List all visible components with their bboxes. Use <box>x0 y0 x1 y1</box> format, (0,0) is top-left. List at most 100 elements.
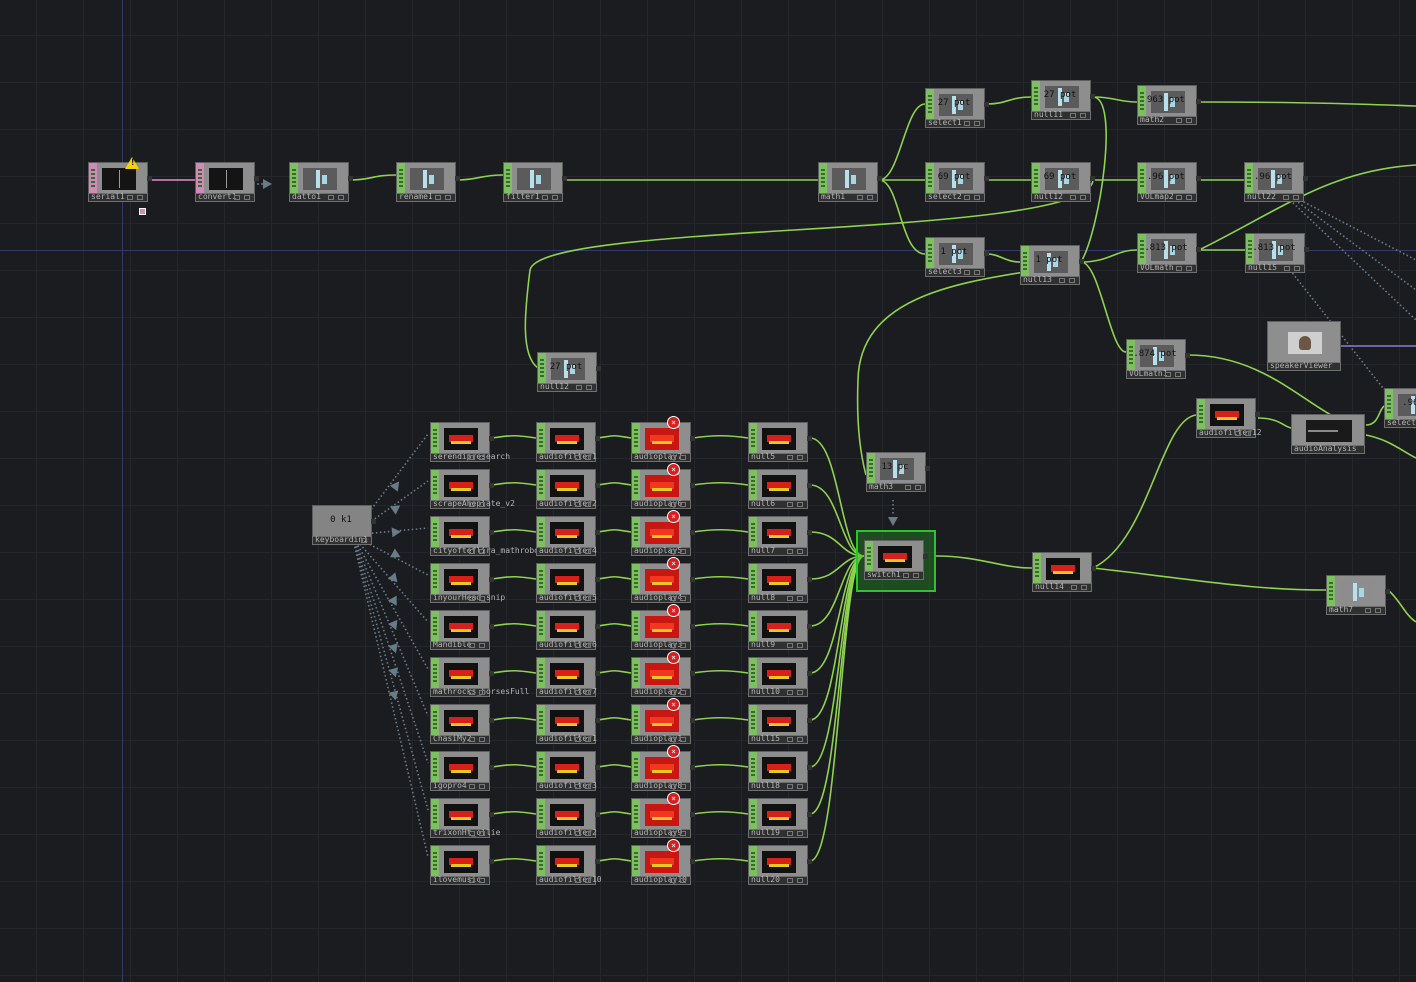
source-audio-node[interactable]: cityofteflira_mathrobotscu <box>430 516 558 556</box>
source-audio-node[interactable]: inyourHead_snip <box>430 563 505 603</box>
node-flag-marker[interactable] <box>139 208 146 215</box>
audiofilter-node[interactable]: audiofilter10 <box>536 845 602 885</box>
error-icon[interactable]: × <box>667 839 680 852</box>
null-audio-node[interactable]: null8 <box>748 563 812 603</box>
wire <box>692 763 749 768</box>
audiofilter12-chop-node[interactable]: audiofilter12 <box>1196 398 1262 438</box>
null14-chop-node[interactable]: null14 <box>1032 552 1096 592</box>
math2-chop-node[interactable]: 963 pot math2 <box>1137 85 1201 125</box>
source-audio-node[interactable]: ChasiMy2 <box>430 704 494 744</box>
null15-chop-node[interactable]: .813 pot null15 <box>1245 233 1309 273</box>
serial-dat-node[interactable]: serial1 <box>88 162 152 202</box>
error-icon[interactable]: × <box>667 416 680 429</box>
node-label: null5 <box>751 452 776 461</box>
select-right-chop-node[interactable]: .966 select <box>1384 388 1416 428</box>
null-audio-node[interactable]: null6 <box>748 469 812 509</box>
error-icon[interactable]: × <box>667 745 680 758</box>
null-audio-node[interactable]: null9 <box>748 610 812 650</box>
audiofilter-node[interactable]: audiofilter5 <box>536 563 600 603</box>
wire <box>692 716 749 721</box>
source-audio-node[interactable]: scrapeAheplate_v2 <box>430 469 515 509</box>
null-audio-node[interactable]: null20 <box>748 845 812 885</box>
wire <box>597 481 632 486</box>
switch-chop-node[interactable]: switch1 <box>864 540 928 580</box>
wire <box>986 96 1032 105</box>
error-icon[interactable]: × <box>667 510 680 523</box>
wire <box>986 253 1021 263</box>
source-audio-node[interactable]: ilovemusic <box>430 845 494 885</box>
error-icon[interactable]: × <box>667 557 680 570</box>
audioplay-node[interactable]: audioplay3 <box>631 610 695 650</box>
select3-chop-node[interactable]: 1 pot select3 <box>925 237 989 277</box>
source-audio-node[interactable]: serendipresearch <box>430 422 510 462</box>
wire <box>1080 261 1127 353</box>
null11-chop-node[interactable]: 27 pot null11 <box>1031 80 1095 120</box>
audiofilter-node[interactable]: audiofilter6 <box>536 610 600 650</box>
volmath-chop-node[interactable]: .813 pot VOLmath <box>1137 233 1201 273</box>
source-audio-node[interactable]: mathrocks_horsesFull <box>430 657 529 697</box>
audiofilter-node[interactable]: audiofilter3 <box>536 751 600 791</box>
audiofilter-node[interactable]: audiofilter2 <box>536 469 600 509</box>
audioplay-node[interactable]: audioplay9 <box>631 798 695 838</box>
source-audio-node[interactable]: igopro4 <box>430 751 494 791</box>
wire-arrow-icon <box>888 517 898 526</box>
wire <box>597 716 632 721</box>
select2-chop-node[interactable]: 69 pot select2 <box>925 162 989 202</box>
network-canvas[interactable]: serial1 ! convert1 datto1 rename1 filter… <box>0 0 1416 982</box>
error-icon[interactable]: × <box>667 651 680 664</box>
keyboardin-chop-node[interactable]: 0 k1 keyboardin1 <box>312 505 376 545</box>
audiofilter-node[interactable]: audiofilter7 <box>536 657 600 697</box>
null-mid-chop-node[interactable]: 27 pot null12 <box>537 352 601 392</box>
audiofilter-node[interactable]: audiofilter1 <box>536 704 600 744</box>
null22-chop-node[interactable]: .96 pot null22 <box>1244 162 1308 202</box>
wire <box>491 575 537 580</box>
audioanalysis-comp-node[interactable]: audioAnalysis <box>1291 414 1365 454</box>
node-label: Mandible <box>433 640 472 649</box>
select1-chop-node[interactable]: 27 pot select1 <box>925 88 989 128</box>
audioplay-node[interactable]: audioplay5 <box>631 516 695 556</box>
audioplay-node[interactable]: audioplay4 <box>631 563 695 603</box>
error-icon[interactable]: × <box>667 604 680 617</box>
null-audio-node[interactable]: null5 <box>748 422 812 462</box>
audiofilter-node[interactable]: audiofilter4 <box>536 516 600 556</box>
audioplay-node[interactable]: audioplay7 <box>631 422 695 462</box>
rename-chop-node[interactable]: rename1 <box>396 162 460 202</box>
wire-arrow-icon <box>263 179 272 189</box>
wire <box>1294 199 1416 291</box>
wire <box>491 434 537 439</box>
null-audio-node[interactable]: null7 <box>748 516 812 556</box>
error-icon[interactable]: × <box>667 698 680 711</box>
convert-dat-node[interactable]: convert1 <box>195 162 259 202</box>
null-audio-node[interactable]: null15 <box>748 704 812 744</box>
source-audio-node[interactable]: Mandible <box>430 610 494 650</box>
volmath1-chop-node[interactable]: .874 pot VOLmath1 <box>1126 339 1190 379</box>
filter-chop-node[interactable]: filter1 <box>503 162 567 202</box>
audioplay-node[interactable]: audioplay1 <box>631 704 695 744</box>
node-label: null18 <box>751 781 780 790</box>
wire <box>597 763 632 768</box>
speakerviewer-top-node[interactable]: speakerViewer <box>1267 321 1341 371</box>
audioplay-node[interactable]: audioplay6 <box>631 469 695 509</box>
audioplay-node[interactable]: audioplay8 <box>631 751 695 791</box>
null-audio-node[interactable]: null10 <box>748 657 812 697</box>
volmap2-chop-node[interactable]: .96 pot VOLmap2 <box>1137 162 1201 202</box>
error-icon[interactable]: × <box>667 792 680 805</box>
source-audio-node[interactable]: trixonHt_ollie <box>430 798 500 838</box>
audioplay-node[interactable]: audioplay2 <box>631 657 695 697</box>
null12-chop-node[interactable]: 69 pot null12 <box>1031 162 1095 202</box>
node-label: igopro4 <box>433 781 467 790</box>
math3-chop-node[interactable]: 13 pc math3 <box>866 452 930 492</box>
null-audio-node[interactable]: null19 <box>748 798 812 838</box>
math7-chop-node[interactable]: math7 <box>1326 575 1390 615</box>
math-chop-node[interactable]: math1 <box>818 162 882 202</box>
audiofilter-node[interactable]: audiofilter1 <box>536 422 600 462</box>
wire <box>491 481 537 486</box>
error-icon[interactable]: × <box>667 463 680 476</box>
warning-icon[interactable]: ! <box>125 157 139 169</box>
audiofilter-node[interactable]: audiofilter2 <box>536 798 600 838</box>
node-label: audiofilter10 <box>539 875 602 884</box>
datto-chop-node[interactable]: datto1 <box>289 162 353 202</box>
audioplay-node[interactable]: audioplay10 <box>631 845 695 885</box>
null-audio-node[interactable]: null18 <box>748 751 812 791</box>
null13-chop-node[interactable]: 1 pot null13 <box>1020 245 1084 285</box>
